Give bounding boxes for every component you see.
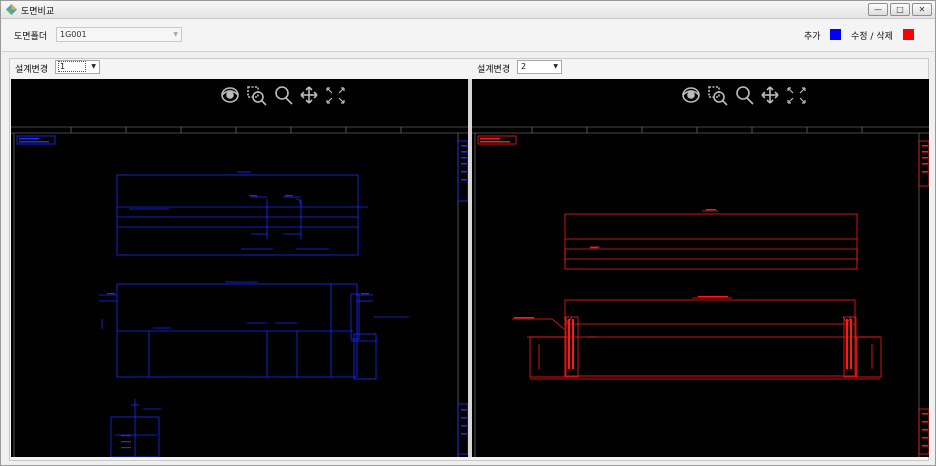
right-revision-value: 2: [521, 62, 527, 71]
eye-icon[interactable]: [682, 87, 700, 103]
minimize-button[interactable]: —: [868, 3, 888, 16]
chevron-down-icon: ▼: [91, 63, 96, 70]
left-drawing-annotations: [19, 138, 467, 449]
right-revision-select[interactable]: 2 ▼: [517, 60, 562, 74]
title-bar[interactable]: 도면비교 — □ ✕: [1, 1, 935, 19]
window-title: 도면비교: [21, 7, 55, 17]
folder-select-value: 1G001: [60, 30, 87, 39]
pan-icon[interactable]: [300, 86, 318, 104]
legend-edit-label: 수정 / 삭제: [851, 32, 893, 42]
app-logo-icon: [6, 4, 17, 15]
top-toolbar: 도면폴더 1G001 ▼ 추가 수정 / 삭제: [2, 20, 934, 52]
chevron-down-icon: ▼: [173, 31, 178, 38]
close-button[interactable]: ✕: [912, 3, 932, 16]
zoom-icon[interactable]: [275, 86, 293, 105]
left-drawing-viewer[interactable]: [11, 79, 468, 457]
legend-add-swatch: [830, 29, 841, 40]
eye-icon[interactable]: [221, 87, 239, 103]
zoom-icon[interactable]: [736, 86, 754, 105]
legend-add-label: 추가: [804, 32, 821, 42]
right-revision-label: 설계변경: [477, 65, 511, 75]
folder-select[interactable]: 1G001 ▼: [56, 27, 182, 42]
right-drawing-canvas: [472, 86, 929, 457]
folder-label: 도면폴더: [14, 32, 48, 42]
left-revision-label: 설계변경: [15, 65, 49, 75]
left-revision-value: 1: [57, 61, 87, 72]
zoom-window-icon[interactable]: [708, 86, 728, 106]
left-drawing-canvas: [11, 86, 468, 457]
pan-icon[interactable]: [761, 86, 779, 104]
right-drawing-annotations: [480, 138, 928, 447]
legend-edit-swatch: [903, 29, 914, 40]
fit-icon[interactable]: [326, 87, 345, 104]
zoom-window-icon[interactable]: [247, 86, 267, 106]
main-window: 도면비교 — □ ✕ 도면폴더 1G001 ▼ 추가 수정 / 삭제 설계변경 …: [0, 0, 936, 466]
maximize-button[interactable]: □: [890, 3, 910, 16]
right-drawing-viewer[interactable]: [472, 79, 929, 457]
left-revision-select[interactable]: 1 ▼: [55, 60, 100, 74]
chevron-down-icon: ▼: [553, 63, 558, 70]
fit-icon[interactable]: [787, 87, 806, 104]
